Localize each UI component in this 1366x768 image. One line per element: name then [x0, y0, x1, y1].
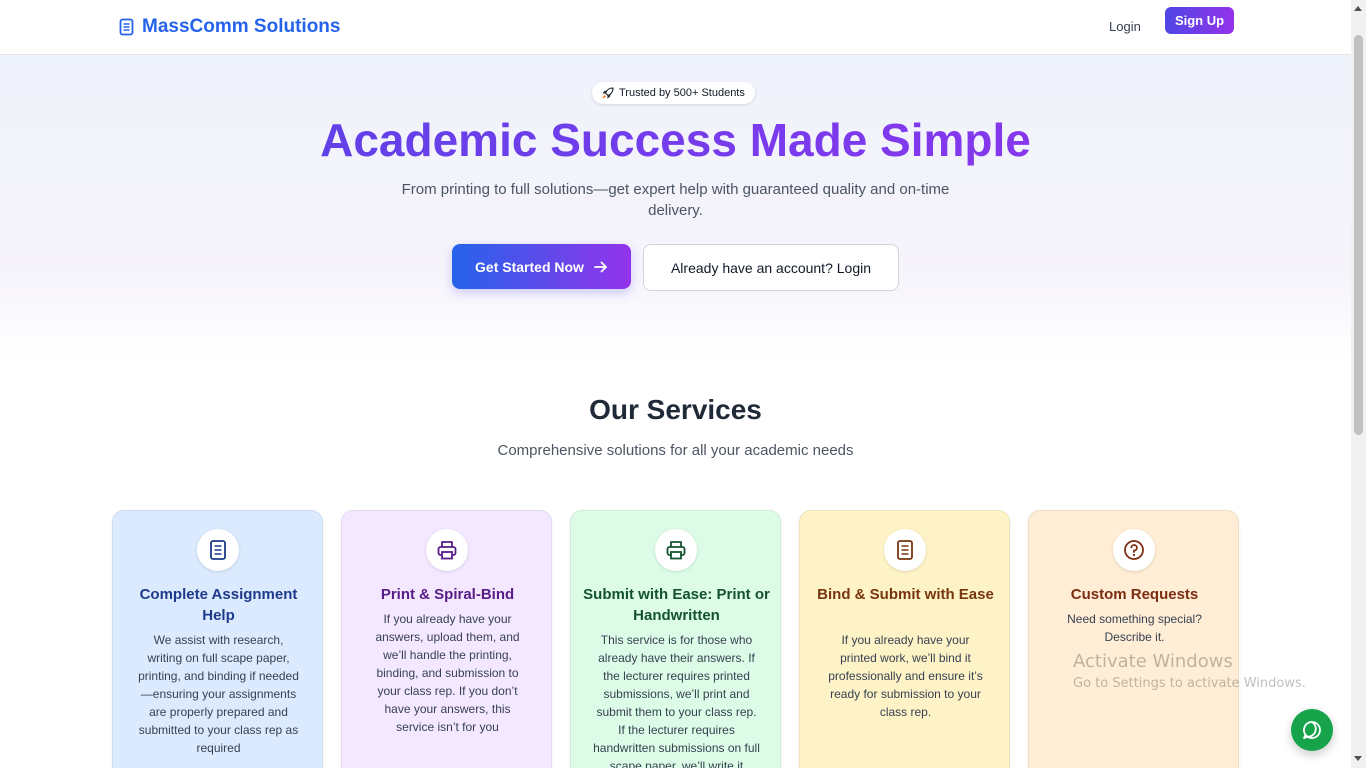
navbar: MassComm Solutions Login Sign Up — [0, 0, 1351, 55]
rocket-icon — [602, 87, 614, 99]
service-card-custom[interactable]: Custom Requests Need something special? … — [1028, 510, 1239, 768]
card-description: If you already have your answers, upload… — [375, 612, 520, 734]
hero-subtitle: From printing to full solutions—get expe… — [401, 181, 950, 219]
get-started-button[interactable]: Get Started Now — [452, 244, 631, 289]
card-title: Submit with Ease: Print or Handwritten — [583, 586, 770, 624]
question-icon — [1124, 540, 1144, 560]
service-card-submit[interactable]: Submit with Ease: Print or Handwritten T… — [570, 510, 781, 768]
card-description: If you already have your printed work, w… — [828, 633, 983, 719]
chat-icon — [1303, 721, 1321, 739]
nav-login-link[interactable]: Login — [1109, 19, 1141, 34]
trust-badge: Trusted by 500+ Students — [592, 82, 755, 104]
trust-badge-text: Trusted by 500+ Students — [619, 87, 745, 99]
watermark-subtitle: Go to Settings to activate Windows. — [1073, 676, 1306, 691]
scroll-thumb[interactable] — [1354, 35, 1363, 435]
card-title: Custom Requests — [1070, 586, 1199, 603]
login-cta-button[interactable]: Already have an account? Login — [643, 244, 899, 291]
service-card-print-bind[interactable]: Print & Spiral-Bind If you already have … — [341, 510, 552, 768]
document-icon — [210, 540, 226, 560]
card-title: Complete Assignment Help — [139, 586, 298, 624]
brand-logo[interactable]: MassComm Solutions — [119, 16, 340, 38]
hero-title: Academic Success Made Simple — [0, 113, 1351, 167]
card-title: Bind & Submit with Ease — [817, 586, 994, 603]
hero-section: Trusted by 500+ Students Academic Succes… — [0, 55, 1351, 360]
windows-watermark: Activate Windows Go to Settings to activ… — [1073, 651, 1306, 691]
printer-icon — [437, 541, 457, 560]
book-icon — [897, 540, 913, 560]
service-card-bind-submit[interactable]: Bind & Submit with Ease If you already h… — [799, 510, 1010, 768]
page-scrollbar[interactable] — [1351, 0, 1366, 768]
watermark-title: Activate Windows — [1073, 651, 1233, 672]
get-started-label: Get Started Now — [475, 258, 584, 275]
scroll-down-arrow[interactable] — [1354, 756, 1362, 761]
services-subtitle: Comprehensive solutions for all your aca… — [497, 442, 854, 459]
services-title: Our Services — [589, 394, 762, 425]
brand-name: MassComm Solutions — [142, 16, 341, 37]
signup-button[interactable]: Sign Up — [1165, 7, 1234, 34]
scroll-up-arrow[interactable] — [1354, 6, 1362, 11]
document-icon — [119, 18, 134, 36]
printer-icon — [666, 541, 686, 560]
card-title: Print & Spiral-Bind — [380, 586, 515, 603]
card-description: We assist with research, writing on full… — [138, 633, 299, 755]
arrow-right-icon — [594, 261, 607, 272]
chat-button[interactable] — [1291, 709, 1333, 751]
service-card-assignment[interactable]: Complete Assignment Help We assist with … — [112, 510, 323, 768]
card-description: Need something special? Describe it. — [1067, 612, 1202, 644]
card-description: This service is for those who already ha… — [593, 633, 760, 768]
